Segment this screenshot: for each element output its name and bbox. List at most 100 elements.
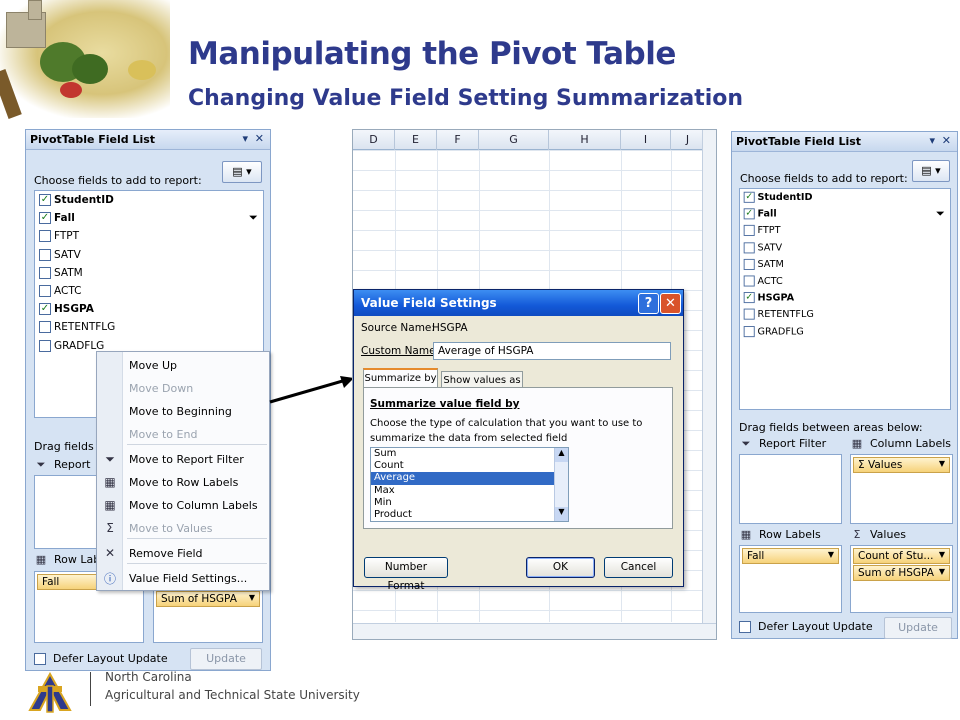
field-checkbox[interactable]: ✓ xyxy=(743,191,755,203)
column-labels-drop-area[interactable]: Σ Values ▼ xyxy=(850,454,953,524)
calculation-option[interactable]: Average xyxy=(371,472,555,485)
field-checkbox[interactable] xyxy=(743,225,755,237)
column-field-chip-label: Values xyxy=(867,459,903,471)
menu-item[interactable]: ▦ Move to Column Labels xyxy=(97,494,269,516)
row-labels-drop-area[interactable]: Fall ▼ xyxy=(739,545,842,613)
column-header[interactable]: H xyxy=(549,130,621,150)
help-button[interactable]: ? xyxy=(638,293,659,314)
defer-checkbox-box[interactable] xyxy=(739,620,751,633)
filter-icon: ⏷ xyxy=(36,457,46,471)
field-item[interactable]: GRADFLG xyxy=(740,323,933,340)
field-item[interactable]: ✓ HSGPA xyxy=(740,289,933,306)
calculation-option[interactable]: Sum xyxy=(371,448,555,460)
field-checkbox[interactable] xyxy=(743,258,755,270)
calculation-option[interactable]: Count xyxy=(371,460,555,472)
value-field-chip[interactable]: Sum of HSGPA ▼ xyxy=(156,591,260,607)
field-item[interactable]: FTPT xyxy=(35,227,263,245)
close-icon[interactable]: ✕ xyxy=(255,132,264,145)
chevron-down-icon: ▼ xyxy=(248,593,255,602)
row-field-chip[interactable]: Fall ▼ xyxy=(742,548,839,564)
column-header[interactable]: D xyxy=(353,130,395,150)
field-checkbox[interactable] xyxy=(39,230,51,243)
values-drop-area[interactable]: Count of Stu... ▼ Sum of HSGPA ▼ xyxy=(850,545,953,613)
defer-checkbox-box[interactable] xyxy=(34,652,46,665)
chevron-down-icon: ▼ xyxy=(938,459,945,468)
menu-item[interactable]: ✕ Remove Field xyxy=(97,542,269,564)
column-header[interactable]: J xyxy=(671,130,705,150)
horizontal-scrollbar[interactable] xyxy=(353,623,716,639)
cancel-button[interactable]: Cancel xyxy=(604,557,673,578)
column-header[interactable]: I xyxy=(621,130,671,150)
column-header[interactable]: F xyxy=(437,130,479,150)
field-item[interactable]: ✓ StudentID xyxy=(35,191,263,209)
layout-options-button[interactable]: ▤ ▾ xyxy=(222,161,262,183)
report-filter-drop-area[interactable] xyxy=(739,454,842,524)
field-item[interactable]: RETENTFLG xyxy=(740,306,933,323)
field-checkbox[interactable] xyxy=(39,266,51,279)
field-item[interactable]: RETENTFLG xyxy=(35,318,263,336)
panel-dropdown-icon[interactable]: ▾ xyxy=(929,134,935,147)
column-header[interactable]: E xyxy=(395,130,437,150)
calculation-listbox[interactable]: Sum Count Average Max Min Product ▲ ▼ xyxy=(370,447,569,522)
field-item[interactable]: ACTC xyxy=(35,282,263,300)
field-checkbox[interactable]: ✓ xyxy=(743,292,755,304)
menu-item[interactable]: Move Up xyxy=(97,354,269,376)
field-item[interactable]: SATV xyxy=(740,239,933,256)
update-button[interactable]: Update xyxy=(190,648,262,670)
menu-item[interactable]: Move to Beginning xyxy=(97,400,269,422)
field-item[interactable]: ACTC xyxy=(740,273,933,290)
slide-title: Manipulating the Pivot Table xyxy=(188,36,676,72)
column-header[interactable]: G xyxy=(479,130,549,150)
custom-name-input[interactable]: Average of HSGPA xyxy=(433,342,671,360)
field-item[interactable]: SATM xyxy=(740,256,933,273)
value-field-chip-sum[interactable]: Sum of HSGPA ▼ xyxy=(853,565,950,581)
field-item[interactable]: SATV xyxy=(35,246,263,264)
scroll-down-icon[interactable]: ▼ xyxy=(555,507,568,521)
calculation-option[interactable]: Product xyxy=(371,509,555,521)
column-field-chip[interactable]: Σ Values ▼ xyxy=(853,457,950,473)
field-checkbox[interactable] xyxy=(39,321,51,334)
menu-item[interactable]: ⏷ Move to Report Filter xyxy=(97,448,269,470)
tab-show-values-as[interactable]: Show values as xyxy=(441,371,523,388)
menu-item[interactable]: ▦ Move to Row Labels xyxy=(97,471,269,493)
update-button[interactable]: Update xyxy=(884,617,952,639)
tab-summarize-by[interactable]: Summarize by xyxy=(363,368,438,388)
field-checkbox[interactable] xyxy=(743,242,755,254)
defer-layout-checkbox[interactable]: Defer Layout Update xyxy=(34,652,168,665)
calculation-option[interactable]: Max xyxy=(371,485,555,497)
number-format-button[interactable]: Number Format xyxy=(364,557,448,592)
field-checkbox[interactable] xyxy=(39,339,51,352)
close-icon[interactable]: ✕ xyxy=(942,134,951,147)
field-label: FTPT xyxy=(54,230,80,243)
defer-layout-checkbox[interactable]: Defer Layout Update xyxy=(739,620,873,633)
field-checkbox[interactable] xyxy=(39,248,51,261)
field-checkbox[interactable]: ✓ xyxy=(39,194,51,207)
field-label: SATM xyxy=(54,266,83,279)
filter-icon: ⏷ xyxy=(249,211,258,224)
field-item[interactable]: FTPT xyxy=(740,222,933,239)
field-item[interactable]: ✓ Fall xyxy=(740,206,933,223)
menu-item[interactable]: ⓘ Value Field Settings... xyxy=(97,567,269,589)
layout-options-button[interactable]: ▤ ▾ xyxy=(912,160,950,182)
field-checkbox[interactable]: ✓ xyxy=(39,212,51,225)
field-checkbox[interactable]: ✓ xyxy=(39,303,51,316)
vertical-scrollbar[interactable] xyxy=(702,130,716,625)
field-checkbox[interactable]: ✓ xyxy=(743,208,755,220)
panel-dropdown-icon[interactable]: ▾ xyxy=(242,132,248,145)
field-label: StudentID xyxy=(54,194,114,207)
field-checkbox[interactable] xyxy=(743,308,755,321)
field-item[interactable]: ✓ Fall xyxy=(35,209,263,227)
calculation-option[interactable]: Min xyxy=(371,497,555,509)
field-item[interactable]: ✓ HSGPA xyxy=(35,300,263,318)
listbox-scrollbar[interactable]: ▲ ▼ xyxy=(554,448,568,521)
field-checkbox[interactable] xyxy=(743,325,755,337)
field-item[interactable]: ✓ StudentID xyxy=(740,189,933,206)
field-checkbox[interactable] xyxy=(39,285,51,298)
value-field-chip-count[interactable]: Count of Stu... ▼ xyxy=(853,548,950,564)
scroll-up-icon[interactable]: ▲ xyxy=(555,448,568,462)
field-item[interactable]: SATM xyxy=(35,264,263,282)
dialog-close-button[interactable]: ✕ xyxy=(660,293,681,314)
field-checkbox[interactable] xyxy=(743,275,755,287)
ok-button[interactable]: OK xyxy=(526,557,595,578)
field-label: Fall xyxy=(757,208,777,220)
